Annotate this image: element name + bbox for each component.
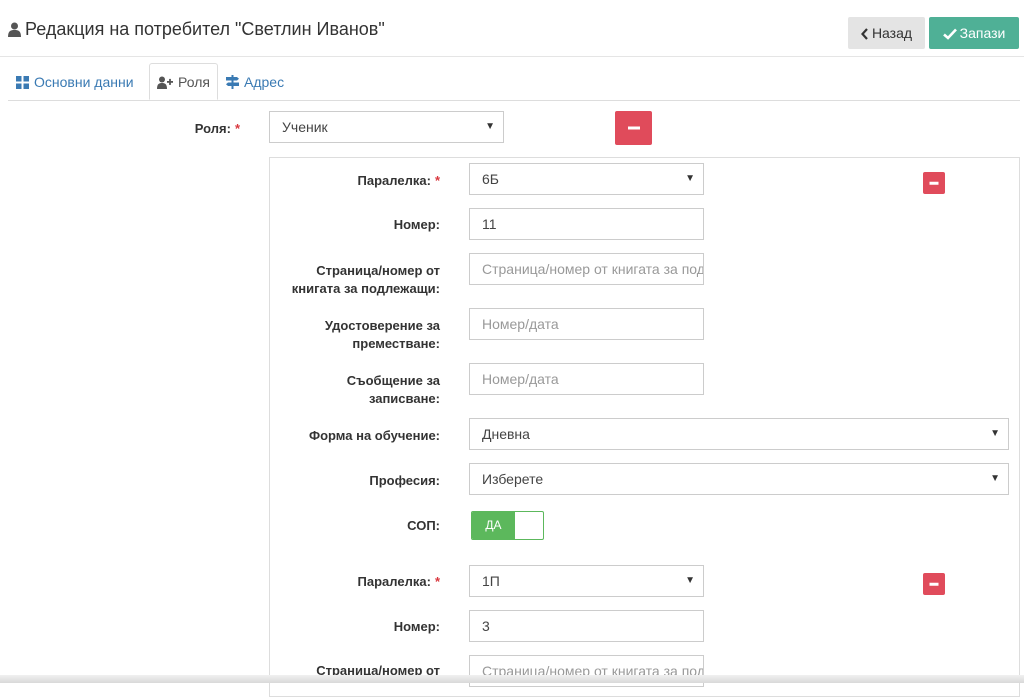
role-label: Роля: * — [150, 120, 240, 138]
role-label-text: Роля: — [194, 121, 231, 136]
role-select-value: Ученик — [282, 119, 328, 135]
caret-down-icon: ▼ — [485, 121, 495, 132]
class-label: Паралелка: * — [290, 172, 440, 190]
minus-icon — [929, 181, 939, 185]
profession-select[interactable]: Изберете ▼ — [469, 463, 1009, 495]
study-form-label: Форма на обучение: — [309, 428, 440, 443]
sop-toggle-on-label: ДА — [472, 512, 515, 539]
check-icon — [942, 25, 960, 41]
page-number-label: Страница/номер от книгата за подлежащи: — [291, 263, 440, 296]
profession-value: Изберете — [482, 471, 544, 487]
save-button[interactable]: Запази — [929, 17, 1019, 49]
caret-down-icon: ▼ — [990, 473, 1000, 484]
sop-label: СОП: — [407, 518, 440, 533]
page-title: Редакция на потребител "Светлин Иванов" — [8, 19, 385, 40]
number-label: Номер: — [393, 217, 440, 232]
signpost-icon — [226, 74, 244, 90]
user-icon — [8, 19, 25, 39]
class-select[interactable]: 1П ▼ — [469, 565, 704, 597]
class-label-text: Паралелка: — [357, 574, 431, 589]
tab-role-label: Роля — [178, 74, 210, 90]
remove-class-button[interactable] — [923, 172, 945, 194]
required-mark: * — [434, 173, 440, 188]
enrollment-msg-label: Съобщение за записване: — [346, 373, 440, 406]
caret-down-icon: ▼ — [685, 575, 695, 586]
tab-basic-data-label: Основни данни — [34, 74, 134, 90]
tab-address[interactable]: Адрес — [226, 64, 284, 100]
bottom-edge — [0, 675, 1024, 683]
back-button-label: Назад — [871, 25, 913, 41]
tab-address-label: Адрес — [244, 74, 285, 90]
number-input[interactable]: 3 — [469, 610, 704, 642]
tab-bar: Основни данни Роля Адрес — [8, 63, 1020, 101]
grid-icon — [16, 74, 34, 90]
transfer-cert-input[interactable]: Номер/дата — [469, 308, 704, 340]
transfer-cert-label: Удостоверение за преместване: — [324, 318, 440, 351]
remove-role-button[interactable] — [615, 111, 652, 145]
caret-down-icon: ▼ — [685, 173, 695, 184]
caret-down-icon: ▼ — [990, 428, 1000, 439]
study-form-select[interactable]: Дневна ▼ — [469, 418, 1009, 450]
page-title-text: Редакция на потребител "Светлин Иванов" — [25, 19, 385, 39]
enrollment-msg-input[interactable]: Номер/дата — [469, 363, 704, 395]
sop-toggle[interactable]: ДА — [471, 511, 544, 540]
class-label: Паралелка: * — [290, 573, 440, 591]
page-number-input[interactable]: Страница/номер от книгата за подлежащи — [469, 253, 704, 285]
back-button[interactable]: Назад — [848, 17, 925, 49]
required-mark: * — [434, 574, 440, 589]
minus-icon — [627, 126, 640, 130]
class-label-text: Паралелка: — [357, 173, 431, 188]
number-input[interactable]: 11 — [469, 208, 704, 240]
tab-basic-data[interactable]: Основни данни — [16, 64, 134, 100]
class-select-value: 6Б — [482, 171, 499, 187]
number-label: Номер: — [393, 619, 440, 634]
tab-role[interactable]: Роля — [149, 63, 218, 100]
remove-class-button[interactable] — [923, 573, 945, 595]
study-form-value: Дневна — [482, 426, 530, 442]
class-select-value: 1П — [482, 573, 500, 589]
class-select[interactable]: 6Б ▼ — [469, 163, 704, 195]
page-header: Редакция на потребител "Светлин Иванов" … — [0, 0, 1024, 57]
save-button-label: Запази — [959, 25, 1006, 41]
profession-label: Професия: — [369, 473, 440, 488]
role-select[interactable]: Ученик ▼ — [269, 111, 504, 143]
minus-icon — [929, 582, 939, 586]
chevron-left-icon — [860, 25, 872, 41]
user-plus-icon — [157, 74, 178, 90]
required-mark: * — [234, 121, 240, 136]
